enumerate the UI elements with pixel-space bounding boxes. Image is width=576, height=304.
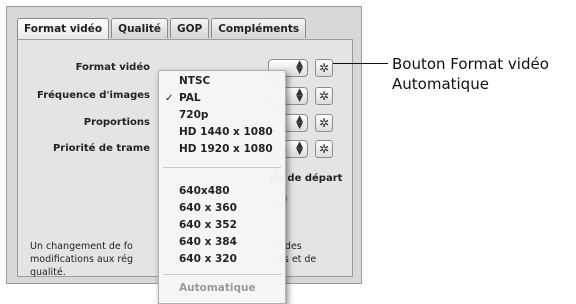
menu-item-pal-label: PAL [179,92,201,104]
popup-arrows-icon: ▲ ▼ [296,140,303,157]
tab-format-video[interactable]: Format vidéo [17,18,110,40]
menu-item-640x480[interactable]: 640x480 [159,183,285,200]
checkmark-icon: ✓ [165,93,174,104]
menu-item-hd1920[interactable]: HD 1920 x 1080 [159,141,285,158]
frame-rate-label: Fréquence d'images [37,90,150,101]
aspect-ratio-auto-button[interactable]: ✲ [315,114,333,132]
callout-line-2: Automatique [392,75,489,93]
field-dominance-label: Priorité de trame [52,143,150,154]
aspect-ratio-label: Proportions [83,117,150,128]
menu-item-hd1440[interactable]: HD 1440 x 1080 [159,124,285,141]
menu-item-pal[interactable]: ✓ PAL [159,90,285,107]
tab-complements[interactable]: Compléments [211,18,307,38]
format-video-label: Format vidéo [75,62,150,73]
note-line-2: modifications aux rég [30,254,133,265]
menu-item-640x320[interactable]: 640 x 320 [159,251,285,268]
popup-arrows-icon: ▲ ▼ [296,114,303,131]
menu-item-640x360[interactable]: 640 x 360 [159,200,285,217]
field-dominance-auto-button[interactable]: ✲ [315,140,333,158]
note-line-1: Un changement de fo [30,241,133,252]
menu-separator [163,167,281,168]
menu-item-automatique: Automatique [179,282,256,294]
menu-item-640x352[interactable]: 640 x 352 [159,217,285,234]
tab-gop[interactable]: GOP [169,18,210,38]
menu-item-ntsc[interactable]: NTSC [159,73,285,90]
menu-item-720p[interactable]: 720p [159,107,285,124]
menu-item-640x384[interactable]: 640 x 384 [159,234,285,251]
compressor-window: Format vidéo Qualité GOP Compléments For… [6,6,362,304]
popup-arrows-icon: ▲ ▼ [296,87,303,104]
settings-panel: Format vidéo ▲ ▼ ✲ Fréquence d'images ▲ ▼ … [17,39,353,304]
format-video-menu: NTSC ✓ PAL 720p HD 1440 x 1080 HD 1920 x … [158,70,286,304]
popup-arrows-icon: ▲ ▼ [296,59,303,76]
callout-line [333,63,388,64]
callout-line-1: Bouton Format vidéo [392,55,549,73]
frame-rate-auto-button[interactable]: ✲ [315,87,333,105]
tab-qualite[interactable]: Qualité [111,18,168,38]
callout-label: Bouton Format vidéo Automatique [392,54,549,94]
tab-bar: Format vidéo Qualité GOP Compléments [17,18,308,40]
menu-separator [163,274,281,275]
format-video-auto-button[interactable]: ✲ [315,59,333,77]
note-line-3: qualité. [30,267,66,278]
